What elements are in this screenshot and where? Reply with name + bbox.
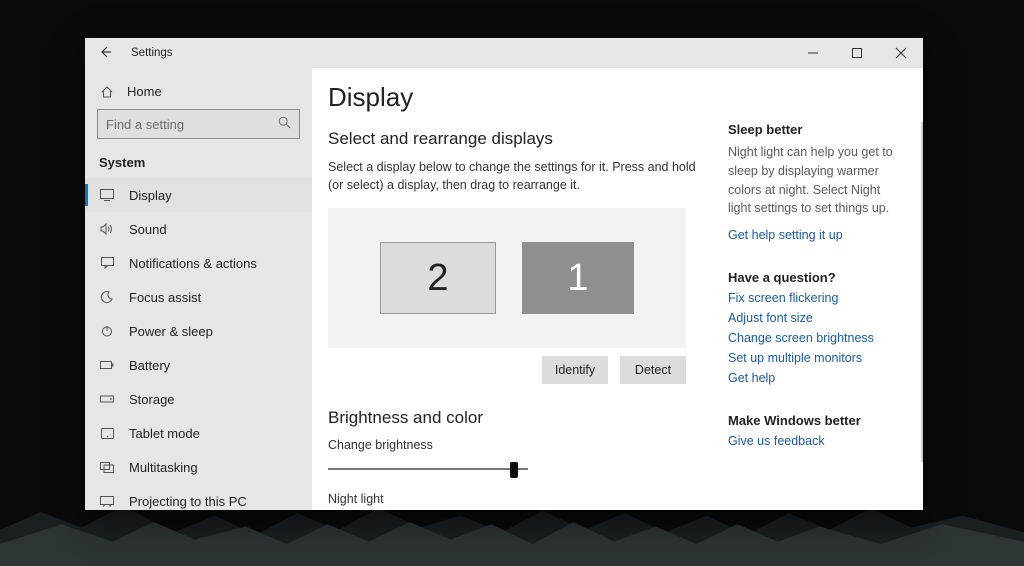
link-give-feedback[interactable]: Give us feedback <box>728 434 899 448</box>
sidebar: Home Find a setting System Display <box>85 68 312 510</box>
link-multiple-monitors[interactable]: Set up multiple monitors <box>728 351 899 365</box>
brightness-label: Change brightness <box>328 438 706 452</box>
sidebar-nav: Display Sound Notifications & actions Fo… <box>85 178 312 510</box>
sidebar-item-sound[interactable]: Sound <box>85 212 312 246</box>
arrange-description: Select a display below to change the set… <box>328 159 706 194</box>
content-column: Display Select and rearrange displays Se… <box>328 82 710 510</box>
sidebar-item-power-sleep[interactable]: Power & sleep <box>85 314 312 348</box>
slider-thumb[interactable] <box>510 462 518 478</box>
link-get-help[interactable]: Get help <box>728 371 899 385</box>
sound-icon <box>99 223 115 235</box>
scrollbar[interactable] <box>921 122 923 462</box>
sidebar-item-label: Battery <box>129 358 170 373</box>
titlebar: Settings <box>85 38 923 68</box>
monitor-1[interactable]: 1 <box>522 242 634 314</box>
power-icon <box>99 325 115 337</box>
button-label: Identify <box>555 363 595 377</box>
page-title: Display <box>328 82 706 113</box>
main-area: Display Select and rearrange displays Se… <box>312 68 923 510</box>
search-input[interactable]: Find a setting <box>97 109 300 139</box>
sidebar-item-label: Notifications & actions <box>129 256 257 271</box>
sidebar-item-label: Focus assist <box>129 290 201 305</box>
arrow-left-icon <box>100 46 112 58</box>
sleep-better-title: Sleep better <box>728 122 899 137</box>
close-button[interactable] <box>879 38 923 68</box>
sidebar-item-focus-assist[interactable]: Focus assist <box>85 280 312 314</box>
minimize-button[interactable] <box>791 38 835 68</box>
display-arrange-area[interactable]: 2 1 <box>328 208 686 348</box>
sidebar-category: System <box>85 149 312 178</box>
button-label: Detect <box>635 363 671 377</box>
sidebar-item-tablet-mode[interactable]: Tablet mode <box>85 416 312 450</box>
maximize-icon <box>852 48 862 58</box>
projecting-icon <box>99 496 115 507</box>
link-change-brightness[interactable]: Change screen brightness <box>728 331 899 345</box>
brightness-slider[interactable] <box>328 460 528 478</box>
display-icon <box>99 189 115 201</box>
detect-button[interactable]: Detect <box>620 356 686 384</box>
storage-icon <box>99 394 115 404</box>
brightness-heading: Brightness and color <box>328 408 706 428</box>
close-icon <box>896 48 906 58</box>
sidebar-item-label: Multitasking <box>129 460 198 475</box>
sidebar-home[interactable]: Home <box>85 76 312 109</box>
settings-window: Settings Home Find a setting <box>85 38 923 510</box>
sidebar-item-label: Storage <box>129 392 175 407</box>
back-button[interactable] <box>95 45 117 61</box>
sidebar-item-multitasking[interactable]: Multitasking <box>85 450 312 484</box>
sidebar-item-label: Display <box>129 188 172 203</box>
tablet-icon <box>99 428 115 439</box>
home-icon <box>99 85 115 99</box>
sidebar-item-projecting[interactable]: Projecting to this PC <box>85 484 312 510</box>
monitor-2[interactable]: 2 <box>380 242 496 314</box>
minimize-icon <box>808 48 818 58</box>
nightlight-label: Night light <box>328 492 706 506</box>
sidebar-item-label: Projecting to this PC <box>129 494 247 509</box>
arrange-heading: Select and rearrange displays <box>328 129 706 149</box>
sidebar-item-storage[interactable]: Storage <box>85 382 312 416</box>
monitor-id: 2 <box>427 257 448 300</box>
moon-icon <box>99 291 115 303</box>
sidebar-item-display[interactable]: Display <box>85 178 312 212</box>
multitasking-icon <box>99 462 115 473</box>
sleep-help-link[interactable]: Get help setting it up <box>728 228 899 242</box>
link-adjust-font[interactable]: Adjust font size <box>728 311 899 325</box>
maximize-button[interactable] <box>835 38 879 68</box>
sidebar-home-label: Home <box>127 84 162 99</box>
notifications-icon <box>99 257 115 269</box>
sidebar-item-label: Power & sleep <box>129 324 213 339</box>
sidebar-item-notifications[interactable]: Notifications & actions <box>85 246 312 280</box>
sidebar-item-label: Tablet mode <box>129 426 200 441</box>
question-title: Have a question? <box>728 270 899 285</box>
identify-button[interactable]: Identify <box>542 356 608 384</box>
battery-icon <box>99 360 115 370</box>
sidebar-item-label: Sound <box>129 222 167 237</box>
search-placeholder: Find a setting <box>106 117 278 132</box>
sidebar-item-battery[interactable]: Battery <box>85 348 312 382</box>
slider-track <box>328 468 528 470</box>
app-title: Settings <box>131 47 173 59</box>
sleep-better-desc: Night light can help you get to sleep by… <box>728 143 899 218</box>
monitor-id: 1 <box>567 257 588 300</box>
feedback-title: Make Windows better <box>728 413 899 428</box>
info-column: Sleep better Night light can help you ge… <box>710 82 923 510</box>
search-icon <box>278 116 291 132</box>
link-fix-flickering[interactable]: Fix screen flickering <box>728 291 899 305</box>
